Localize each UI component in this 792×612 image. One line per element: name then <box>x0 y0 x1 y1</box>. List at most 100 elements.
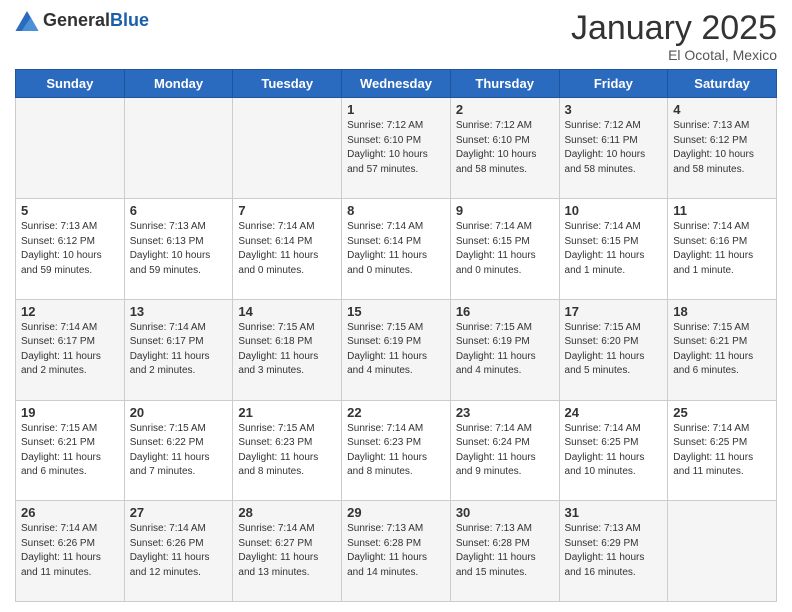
day-info: Sunrise: 7:12 AM Sunset: 6:10 PM Dayligh… <box>347 119 445 177</box>
day-number: 7 <box>238 203 336 218</box>
day-info: Sunrise: 7:15 AM Sunset: 6:19 PM Dayligh… <box>456 321 554 379</box>
calendar-cell: 19Sunrise: 7:15 AM Sunset: 6:21 PM Dayli… <box>16 400 125 501</box>
day-number: 4 <box>673 102 771 117</box>
day-info: Sunrise: 7:15 AM Sunset: 6:20 PM Dayligh… <box>565 321 663 379</box>
day-info: Sunrise: 7:14 AM Sunset: 6:24 PM Dayligh… <box>456 422 554 480</box>
day-info: Sunrise: 7:14 AM Sunset: 6:25 PM Dayligh… <box>673 422 771 480</box>
weekday-header-row: SundayMondayTuesdayWednesdayThursdayFrid… <box>16 70 777 98</box>
calendar-cell: 6Sunrise: 7:13 AM Sunset: 6:13 PM Daylig… <box>124 199 233 300</box>
logo-general: General <box>43 10 110 30</box>
day-number: 30 <box>456 505 554 520</box>
calendar-cell: 4Sunrise: 7:13 AM Sunset: 6:12 PM Daylig… <box>668 98 777 199</box>
day-number: 25 <box>673 405 771 420</box>
day-number: 24 <box>565 405 663 420</box>
day-info: Sunrise: 7:14 AM Sunset: 6:17 PM Dayligh… <box>130 321 228 379</box>
day-info: Sunrise: 7:13 AM Sunset: 6:13 PM Dayligh… <box>130 220 228 278</box>
day-number: 2 <box>456 102 554 117</box>
calendar-cell: 23 Sunrise: 7:14 AM Sunset: 6:24 PM Dayli… <box>450 400 559 501</box>
calendar-week-2: 5 Sunrise: 7:13 AM Sunset: 6:12 PM Daylig… <box>16 199 777 300</box>
day-number: 16 <box>456 304 554 319</box>
day-info: Sunrise: 7:12 AM Sunset: 6:10 PM Dayligh… <box>456 119 554 177</box>
calendar-cell: 17Sunrise: 7:15 AM Sunset: 6:20 PM Dayli… <box>559 299 668 400</box>
calendar-cell: 3Sunrise: 7:12 AM Sunset: 6:11 PM Daylig… <box>559 98 668 199</box>
day-number: 8 <box>347 203 445 218</box>
calendar-cell: 21 Sunrise: 7:15 AM Sunset: 6:23 PM Dayli… <box>233 400 342 501</box>
day-number: 26 <box>21 505 119 520</box>
calendar-cell: 26 Sunrise: 7:14 AM Sunset: 6:26 PM Dayli… <box>16 501 125 602</box>
day-info: Sunrise: 7:14 AM Sunset: 6:14 PM Dayligh… <box>347 220 445 278</box>
calendar-week-4: 19Sunrise: 7:15 AM Sunset: 6:21 PM Dayli… <box>16 400 777 501</box>
logo: GeneralBlue <box>15 10 149 31</box>
day-number: 29 <box>347 505 445 520</box>
day-number: 12 <box>21 304 119 319</box>
weekday-header-friday: Friday <box>559 70 668 98</box>
calendar-cell <box>16 98 125 199</box>
calendar-table: SundayMondayTuesdayWednesdayThursdayFrid… <box>15 69 777 602</box>
calendar-cell: 11 Sunrise: 7:14 AM Sunset: 6:16 PM Dayli… <box>668 199 777 300</box>
weekday-header-wednesday: Wednesday <box>342 70 451 98</box>
calendar-cell: 9 Sunrise: 7:14 AM Sunset: 6:15 PM Daylig… <box>450 199 559 300</box>
calendar-cell: 28Sunrise: 7:14 AM Sunset: 6:27 PM Dayli… <box>233 501 342 602</box>
calendar-cell: 7 Sunrise: 7:14 AM Sunset: 6:14 PM Daylig… <box>233 199 342 300</box>
day-number: 9 <box>456 203 554 218</box>
calendar-cell: 14Sunrise: 7:15 AM Sunset: 6:18 PM Dayli… <box>233 299 342 400</box>
calendar-cell: 25 Sunrise: 7:14 AM Sunset: 6:25 PM Dayli… <box>668 400 777 501</box>
calendar-cell: 10Sunrise: 7:14 AM Sunset: 6:15 PM Dayli… <box>559 199 668 300</box>
day-info: Sunrise: 7:14 AM Sunset: 6:25 PM Dayligh… <box>565 422 663 480</box>
calendar-week-5: 26 Sunrise: 7:14 AM Sunset: 6:26 PM Dayli… <box>16 501 777 602</box>
day-number: 23 <box>456 405 554 420</box>
day-number: 31 <box>565 505 663 520</box>
calendar-cell: 8 Sunrise: 7:14 AM Sunset: 6:14 PM Daylig… <box>342 199 451 300</box>
calendar-week-1: 1 Sunrise: 7:12 AM Sunset: 6:10 PM Daylig… <box>16 98 777 199</box>
day-info: Sunrise: 7:13 AM Sunset: 6:28 PM Dayligh… <box>456 522 554 580</box>
day-info: Sunrise: 7:15 AM Sunset: 6:22 PM Dayligh… <box>130 422 228 480</box>
day-info: Sunrise: 7:15 AM Sunset: 6:19 PM Dayligh… <box>347 321 445 379</box>
calendar-cell: 29Sunrise: 7:13 AM Sunset: 6:28 PM Dayli… <box>342 501 451 602</box>
calendar-week-3: 12 Sunrise: 7:14 AM Sunset: 6:17 PM Dayli… <box>16 299 777 400</box>
day-number: 22 <box>347 405 445 420</box>
calendar-cell <box>124 98 233 199</box>
calendar-cell: 24 Sunrise: 7:14 AM Sunset: 6:25 PM Dayli… <box>559 400 668 501</box>
calendar-cell: 16 Sunrise: 7:15 AM Sunset: 6:19 PM Dayli… <box>450 299 559 400</box>
day-number: 20 <box>130 405 228 420</box>
calendar-cell <box>668 501 777 602</box>
day-number: 27 <box>130 505 228 520</box>
day-info: Sunrise: 7:14 AM Sunset: 6:16 PM Dayligh… <box>673 220 771 278</box>
day-info: Sunrise: 7:14 AM Sunset: 6:26 PM Dayligh… <box>21 522 119 580</box>
calendar-cell <box>233 98 342 199</box>
day-number: 5 <box>21 203 119 218</box>
weekday-header-sunday: Sunday <box>16 70 125 98</box>
day-info: Sunrise: 7:15 AM Sunset: 6:23 PM Dayligh… <box>238 422 336 480</box>
day-info: Sunrise: 7:14 AM Sunset: 6:26 PM Dayligh… <box>130 522 228 580</box>
calendar-cell: 13 Sunrise: 7:14 AM Sunset: 6:17 PM Dayli… <box>124 299 233 400</box>
day-number: 3 <box>565 102 663 117</box>
day-info: Sunrise: 7:14 AM Sunset: 6:14 PM Dayligh… <box>238 220 336 278</box>
calendar-cell: 12 Sunrise: 7:14 AM Sunset: 6:17 PM Dayli… <box>16 299 125 400</box>
day-info: Sunrise: 7:13 AM Sunset: 6:12 PM Dayligh… <box>21 220 119 278</box>
day-number: 15 <box>347 304 445 319</box>
logo-blue: Blue <box>110 10 149 30</box>
calendar-cell: 1 Sunrise: 7:12 AM Sunset: 6:10 PM Daylig… <box>342 98 451 199</box>
weekday-header-saturday: Saturday <box>668 70 777 98</box>
calendar-cell: 31 Sunrise: 7:13 AM Sunset: 6:29 PM Dayli… <box>559 501 668 602</box>
day-number: 13 <box>130 304 228 319</box>
day-number: 21 <box>238 405 336 420</box>
weekday-header-thursday: Thursday <box>450 70 559 98</box>
weekday-header-monday: Monday <box>124 70 233 98</box>
header-right: January 2025 El Ocotal, Mexico <box>571 10 777 63</box>
month-year: January 2025 <box>571 10 777 47</box>
calendar-cell: 2 Sunrise: 7:12 AM Sunset: 6:10 PM Daylig… <box>450 98 559 199</box>
logo-icon <box>15 11 39 31</box>
day-info: Sunrise: 7:14 AM Sunset: 6:27 PM Dayligh… <box>238 522 336 580</box>
day-number: 1 <box>347 102 445 117</box>
day-info: Sunrise: 7:14 AM Sunset: 6:17 PM Dayligh… <box>21 321 119 379</box>
day-info: Sunrise: 7:14 AM Sunset: 6:15 PM Dayligh… <box>456 220 554 278</box>
day-number: 18 <box>673 304 771 319</box>
calendar-cell: 27 Sunrise: 7:14 AM Sunset: 6:26 PM Dayli… <box>124 501 233 602</box>
day-info: Sunrise: 7:13 AM Sunset: 6:29 PM Dayligh… <box>565 522 663 580</box>
day-info: Sunrise: 7:15 AM Sunset: 6:21 PM Dayligh… <box>673 321 771 379</box>
day-info: Sunrise: 7:15 AM Sunset: 6:18 PM Dayligh… <box>238 321 336 379</box>
day-info: Sunrise: 7:14 AM Sunset: 6:15 PM Dayligh… <box>565 220 663 278</box>
day-number: 11 <box>673 203 771 218</box>
calendar-cell: 22Sunrise: 7:14 AM Sunset: 6:23 PM Dayli… <box>342 400 451 501</box>
